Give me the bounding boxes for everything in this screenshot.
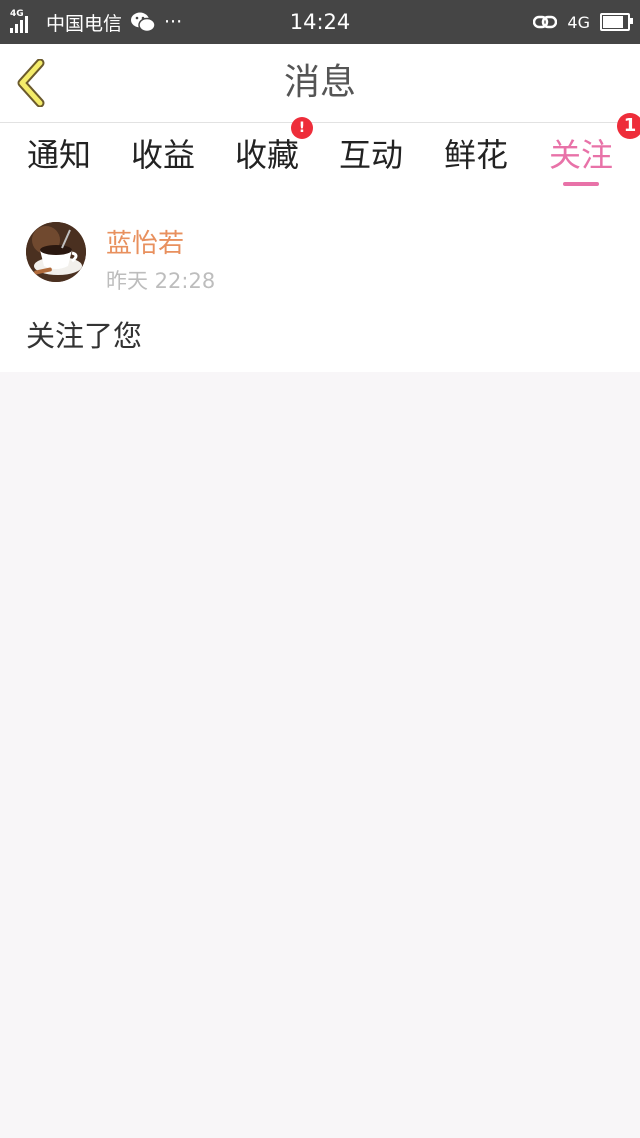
tab-bar: 通知 收益 收藏 ! 互动 鲜花 关注 1: [0, 113, 640, 199]
message-item[interactable]: 蓝怡若 昨天 22:28 关注了您: [0, 199, 640, 372]
status-right: 4G: [533, 0, 633, 44]
chevron-left-icon: [17, 58, 45, 108]
tab-label: 鲜花: [443, 136, 508, 174]
tab-label: 通知: [26, 136, 91, 174]
battery-charging-icon: [600, 13, 633, 31]
tab-favorites[interactable]: 收藏 !: [215, 117, 319, 199]
message-text: 关注了您: [26, 319, 143, 353]
coffee-cup-avatar: [26, 222, 86, 282]
unread-count-badge: 1: [617, 113, 640, 139]
active-tab-indicator: [563, 182, 599, 186]
notification-badge: !: [291, 117, 313, 139]
status-bar: 4G 中国电信 ··· 14:24 4G: [0, 0, 640, 44]
tab-interactions[interactable]: 互动: [319, 123, 423, 199]
link-icon: [533, 15, 558, 29]
back-button[interactable]: [14, 58, 54, 108]
page-title: 消息: [283, 62, 356, 103]
header-bar: 消息: [0, 44, 640, 123]
message-timestamp: 昨天 22:28: [106, 269, 216, 293]
tab-notifications[interactable]: 通知: [7, 123, 111, 199]
tab-follows[interactable]: 关注 1: [529, 113, 640, 199]
sender-name[interactable]: 蓝怡若: [106, 223, 184, 260]
network-type-right: 4G: [567, 12, 590, 32]
tab-earnings[interactable]: 收益: [111, 123, 215, 199]
tab-flowers[interactable]: 鲜花: [424, 123, 528, 199]
tab-label: 关注: [548, 136, 613, 174]
avatar[interactable]: [26, 222, 86, 282]
tab-label: 互动: [338, 136, 403, 174]
tab-label: 收益: [130, 136, 195, 174]
